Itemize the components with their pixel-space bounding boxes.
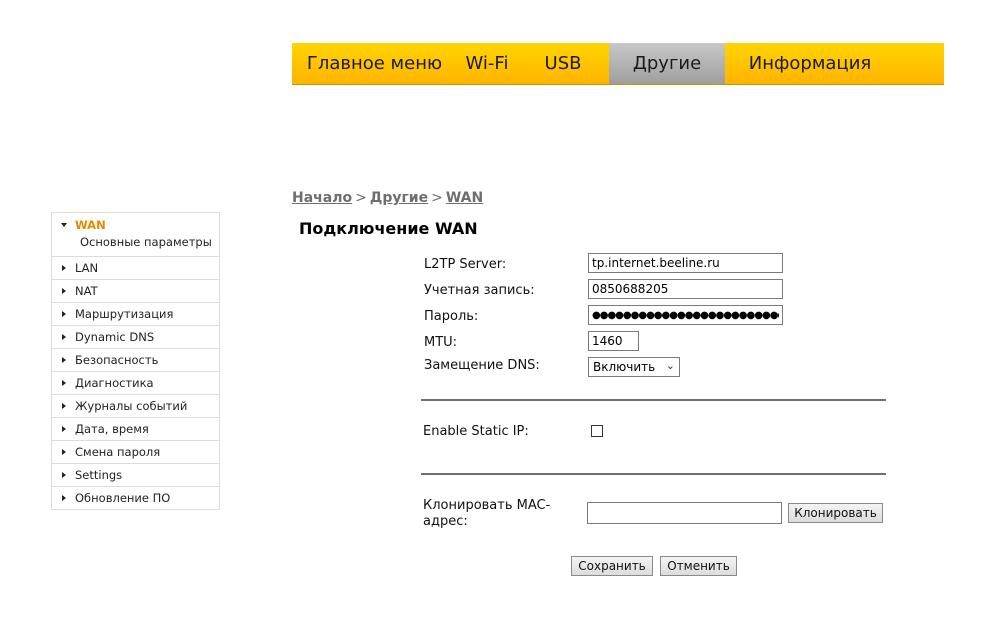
tab-usb[interactable]: USB bbox=[517, 43, 609, 84]
breadcrumb-wan[interactable]: WAN bbox=[446, 190, 483, 206]
l2tp-server-input[interactable] bbox=[588, 253, 783, 273]
account-input[interactable] bbox=[588, 279, 783, 299]
cancel-button[interactable]: Отменить bbox=[660, 556, 737, 576]
sidebar-item-label: Дата, время bbox=[75, 422, 149, 436]
divider bbox=[421, 473, 886, 475]
sidebar-item-label: Смена пароля bbox=[75, 445, 161, 459]
sidebar-item-security[interactable]: Безопасность bbox=[52, 348, 219, 371]
sidebar-item-label: LAN bbox=[75, 261, 99, 275]
tab-other[interactable]: Другие bbox=[609, 43, 725, 84]
tab-wifi[interactable]: Wi-Fi bbox=[457, 43, 517, 84]
static-ip-checkbox[interactable] bbox=[591, 425, 603, 437]
dns-override-select[interactable]: Включить ⌄ bbox=[588, 357, 680, 377]
sidebar-item-label: Журналы событий bbox=[75, 399, 188, 413]
dns-override-label: Замещение DNS: bbox=[424, 358, 540, 373]
sidebar-item-label: Безопасность bbox=[75, 353, 159, 367]
sidebar-item-label: Диагностика bbox=[75, 376, 154, 390]
triangle-right-icon bbox=[62, 357, 66, 363]
chevron-down-icon: ⌄ bbox=[665, 359, 675, 372]
sidebar-item-label: WAN bbox=[75, 218, 106, 232]
sidebar-item-lan[interactable]: LAN bbox=[52, 256, 219, 279]
sidebar-item-event-logs[interactable]: Журналы событий bbox=[52, 394, 219, 417]
clone-mac-label: Клонировать MAC- bbox=[423, 498, 551, 513]
password-label: Пароль: bbox=[424, 309, 479, 324]
sidebar-item-label: Маршрутизация bbox=[75, 307, 174, 321]
breadcrumb: Начало > Другие > WAN bbox=[292, 190, 483, 206]
sidebar-item-nat[interactable]: NAT bbox=[52, 279, 219, 302]
triangle-right-icon bbox=[62, 265, 66, 271]
sidebar: WAN Основные параметры LAN NAT Маршрутиз… bbox=[51, 212, 220, 510]
triangle-right-icon bbox=[62, 288, 66, 294]
page-title: Подключение WAN bbox=[299, 219, 478, 238]
breadcrumb-other[interactable]: Другие bbox=[370, 190, 428, 206]
triangle-right-icon bbox=[62, 472, 66, 478]
sidebar-subitem-basic-params[interactable]: Основные параметры bbox=[80, 235, 212, 249]
breadcrumb-home[interactable]: Начало bbox=[292, 190, 352, 206]
breadcrumb-separator: > bbox=[355, 190, 367, 206]
sidebar-item-dynamic-dns[interactable]: Dynamic DNS bbox=[52, 325, 219, 348]
sidebar-item-firmware-update[interactable]: Обновление ПО bbox=[52, 486, 219, 509]
mtu-label: MTU: bbox=[424, 335, 458, 350]
triangle-right-icon bbox=[62, 334, 66, 340]
password-input[interactable] bbox=[588, 305, 783, 325]
sidebar-item-diagnostics[interactable]: Диагностика bbox=[52, 371, 219, 394]
sidebar-item-routing[interactable]: Маршрутизация bbox=[52, 302, 219, 325]
sidebar-item-settings[interactable]: Settings bbox=[52, 463, 219, 486]
triangle-right-icon bbox=[62, 403, 66, 409]
dns-override-value: Включить bbox=[593, 360, 656, 374]
triangle-down-icon bbox=[61, 223, 67, 227]
triangle-right-icon bbox=[62, 311, 66, 317]
tab-main-menu[interactable]: Главное меню bbox=[292, 43, 457, 84]
sidebar-item-label: Обновление ПО bbox=[75, 491, 171, 505]
triangle-right-icon bbox=[62, 426, 66, 432]
clone-mac-button[interactable]: Клонировать bbox=[788, 503, 883, 523]
sidebar-item-label: NAT bbox=[75, 284, 98, 298]
static-ip-label: Enable Static IP: bbox=[423, 424, 529, 439]
sidebar-item-label: Settings bbox=[75, 468, 123, 482]
sidebar-item-change-password[interactable]: Смена пароля bbox=[52, 440, 219, 463]
divider bbox=[421, 399, 886, 401]
triangle-right-icon bbox=[62, 495, 66, 501]
sidebar-item-wan[interactable]: WAN Основные параметры bbox=[52, 213, 219, 256]
triangle-right-icon bbox=[62, 449, 66, 455]
triangle-right-icon bbox=[62, 380, 66, 386]
save-button[interactable]: Сохранить bbox=[571, 556, 653, 576]
mac-address-input[interactable] bbox=[587, 502, 782, 524]
mtu-input[interactable] bbox=[588, 331, 639, 351]
sidebar-item-date-time[interactable]: Дата, время bbox=[52, 417, 219, 440]
breadcrumb-separator: > bbox=[431, 190, 443, 206]
clone-mac-label-cont: адрес: bbox=[423, 514, 468, 529]
tab-information[interactable]: Информация bbox=[725, 43, 895, 84]
top-navigation: Главное меню Wi-Fi USB Другие Информация bbox=[292, 43, 944, 85]
l2tp-server-label: L2TP Server: bbox=[424, 257, 507, 272]
account-label: Учетная запись: bbox=[424, 283, 535, 298]
sidebar-item-label: Dynamic DNS bbox=[75, 330, 155, 344]
